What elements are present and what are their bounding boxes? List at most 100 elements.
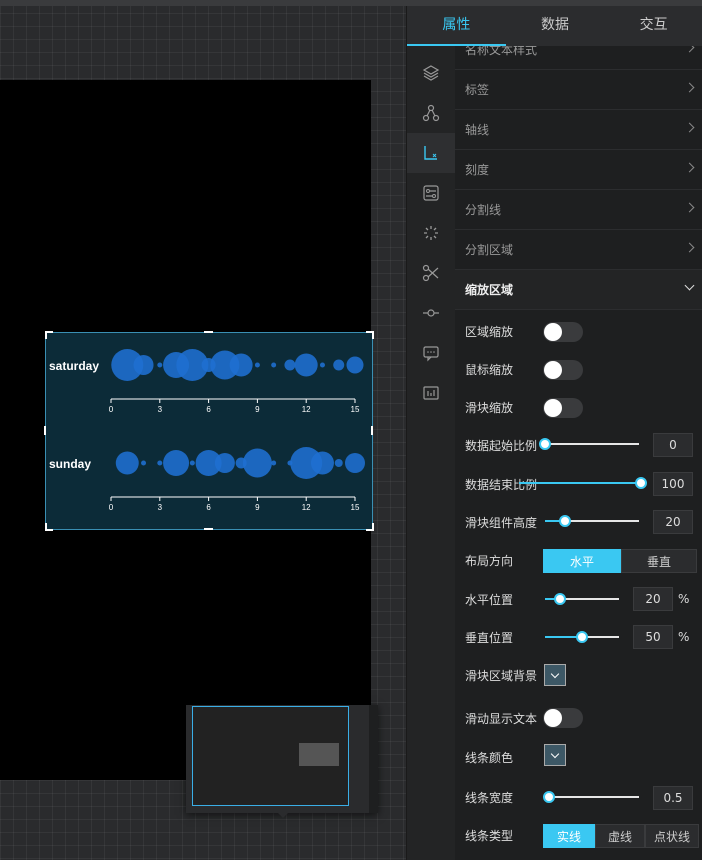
slider-thumb[interactable] xyxy=(543,791,555,803)
section-name-text-style[interactable]: 名称文本样式 xyxy=(455,46,702,70)
layout-vertical-option[interactable]: 垂直 xyxy=(621,549,697,573)
section-split-line[interactable]: 分割线 xyxy=(455,190,702,230)
resize-handle-top-left[interactable] xyxy=(45,331,53,339)
data-end-slider[interactable] xyxy=(519,477,647,489)
slider-thumb[interactable] xyxy=(559,515,571,527)
bubble-sunday-0[interactable] xyxy=(115,451,139,475)
bubble-sunday-12[interactable] xyxy=(310,451,334,475)
slider-thumb[interactable] xyxy=(576,631,588,643)
mouse-zoom-toggle[interactable] xyxy=(543,360,583,380)
layout-horizontal-option[interactable]: 水平 xyxy=(543,549,621,573)
bubble-saturday-10[interactable] xyxy=(284,359,296,371)
slider-bg-label: 滑块区域背景 xyxy=(465,669,538,683)
slider-thumb[interactable] xyxy=(539,438,551,450)
slider-zoom-label: 滑块缩放 xyxy=(465,401,514,415)
v-position-slider[interactable] xyxy=(545,631,619,643)
area-zoom-toggle[interactable] xyxy=(543,322,583,342)
rail-node-line[interactable] xyxy=(407,293,455,333)
resize-handle-right[interactable] xyxy=(371,426,373,435)
bubble-saturday-9[interactable] xyxy=(271,362,277,368)
chevron-down-icon xyxy=(550,749,560,758)
tab-interaction[interactable]: 交互 xyxy=(604,6,702,46)
toggle-knob xyxy=(544,399,562,417)
bubble-saturday-7[interactable] xyxy=(229,353,253,377)
mouse-zoom-label: 鼠标缩放 xyxy=(465,363,514,377)
bubble-saturday-12[interactable] xyxy=(319,362,325,368)
slider-thumb[interactable] xyxy=(554,593,566,605)
section-label: 轴线 xyxy=(465,123,490,137)
resize-handle-left[interactable] xyxy=(44,426,46,435)
drag-text-toggle[interactable] xyxy=(543,708,583,728)
bubble-saturday-14[interactable] xyxy=(346,356,364,374)
x-tick-label-sunday-0: 0 xyxy=(109,503,114,512)
minimap-scrollbar[interactable] xyxy=(369,705,378,813)
bubble-saturday-11[interactable] xyxy=(294,353,318,377)
rail-loading[interactable] xyxy=(407,213,455,253)
slider-height-label: 滑块组件高度 xyxy=(465,516,538,530)
rail-scissors[interactable] xyxy=(407,253,455,293)
resize-handle-bottom-right[interactable] xyxy=(366,523,374,531)
section-label: 分割线 xyxy=(465,203,502,217)
line-color-picker[interactable] xyxy=(544,744,566,766)
section-label: 名称文本样式 xyxy=(465,46,538,57)
data-start-input[interactable]: 0 xyxy=(653,433,693,457)
x-tick-label-saturday-3: 9 xyxy=(255,405,260,414)
bubble-saturday-13[interactable] xyxy=(333,359,345,371)
v-position-input[interactable]: 50 xyxy=(633,625,673,649)
rail-comment[interactable] xyxy=(407,333,455,373)
line-type-dotted-option[interactable]: 点状线 xyxy=(645,824,699,848)
h-position-slider[interactable] xyxy=(545,593,619,605)
data-start-slider[interactable] xyxy=(539,438,639,450)
bubble-sunday-1[interactable] xyxy=(141,460,147,466)
data-end-input[interactable]: 100 xyxy=(653,472,693,496)
section-label: 缩放区域 xyxy=(465,283,514,297)
slider-thumb[interactable] xyxy=(635,477,647,489)
bubble-sunday-14[interactable] xyxy=(345,453,365,473)
rail-nodes[interactable] xyxy=(407,93,455,133)
bubble-sunday-9[interactable] xyxy=(271,460,277,466)
bubble-sunday-4[interactable] xyxy=(189,460,195,466)
bubble-saturday-8[interactable] xyxy=(254,362,260,368)
h-position-input[interactable]: 20 xyxy=(633,587,673,611)
layout-direction-label: 布局方向 xyxy=(465,554,514,568)
resize-handle-top-right[interactable] xyxy=(366,331,374,339)
rail-settings-panel[interactable] xyxy=(407,173,455,213)
toggle-knob xyxy=(544,709,562,727)
line-type-solid-option[interactable]: 实线 xyxy=(543,824,595,848)
minimap[interactable] xyxy=(186,705,378,818)
bubble-sunday-2[interactable] xyxy=(157,460,163,466)
bubble-sunday-3[interactable] xyxy=(163,450,190,476)
bubble-sunday-8[interactable] xyxy=(242,448,272,478)
bubble-saturday-1[interactable] xyxy=(133,355,154,375)
rail-data-table[interactable] xyxy=(407,373,455,413)
section-ticks[interactable]: 刻度 xyxy=(455,150,702,190)
editor-canvas[interactable]: saturday 0 3 6 9 12 15 sunday 0 3 6 9 12 15 xyxy=(0,0,406,860)
resize-handle-top[interactable] xyxy=(204,331,213,333)
data-start-label: 数据起始比例 xyxy=(465,439,538,453)
section-zoom-area[interactable]: 缩放区域 xyxy=(455,270,702,310)
slider-bg-color-picker[interactable] xyxy=(544,664,566,686)
section-split-area[interactable]: 分割区域 xyxy=(455,230,702,270)
minimap-widget-preview xyxy=(299,743,339,766)
bubble-sunday-13[interactable] xyxy=(334,459,343,467)
tab-data[interactable]: 数据 xyxy=(506,6,605,46)
rail-layers[interactable] xyxy=(407,53,455,93)
bubble-sunday-6[interactable] xyxy=(214,453,235,473)
line-width-slider[interactable] xyxy=(543,791,639,803)
slider-zoom-toggle[interactable] xyxy=(543,398,583,418)
resize-handle-bottom[interactable] xyxy=(204,528,213,530)
slider-height-input[interactable]: 20 xyxy=(653,510,693,534)
line-width-input[interactable]: 0.5 xyxy=(653,786,693,810)
chevron-right-icon xyxy=(684,122,695,133)
tab-properties[interactable]: 属性 xyxy=(407,6,506,46)
section-label: 标签 xyxy=(465,83,490,97)
slider-height-slider[interactable] xyxy=(545,515,639,527)
line-type-dashed-option[interactable]: 虚线 xyxy=(595,824,645,848)
bubble-saturday-2[interactable] xyxy=(157,362,163,368)
settings-panel-icon xyxy=(423,185,439,201)
section-label-settings[interactable]: 标签 xyxy=(455,70,702,110)
section-axis-line[interactable]: 轴线 xyxy=(455,110,702,150)
bubble-chart-widget[interactable]: saturday 0 3 6 9 12 15 sunday 0 3 6 9 12 15 xyxy=(45,332,373,530)
resize-handle-bottom-left[interactable] xyxy=(45,523,53,531)
rail-axis[interactable] xyxy=(407,133,455,173)
